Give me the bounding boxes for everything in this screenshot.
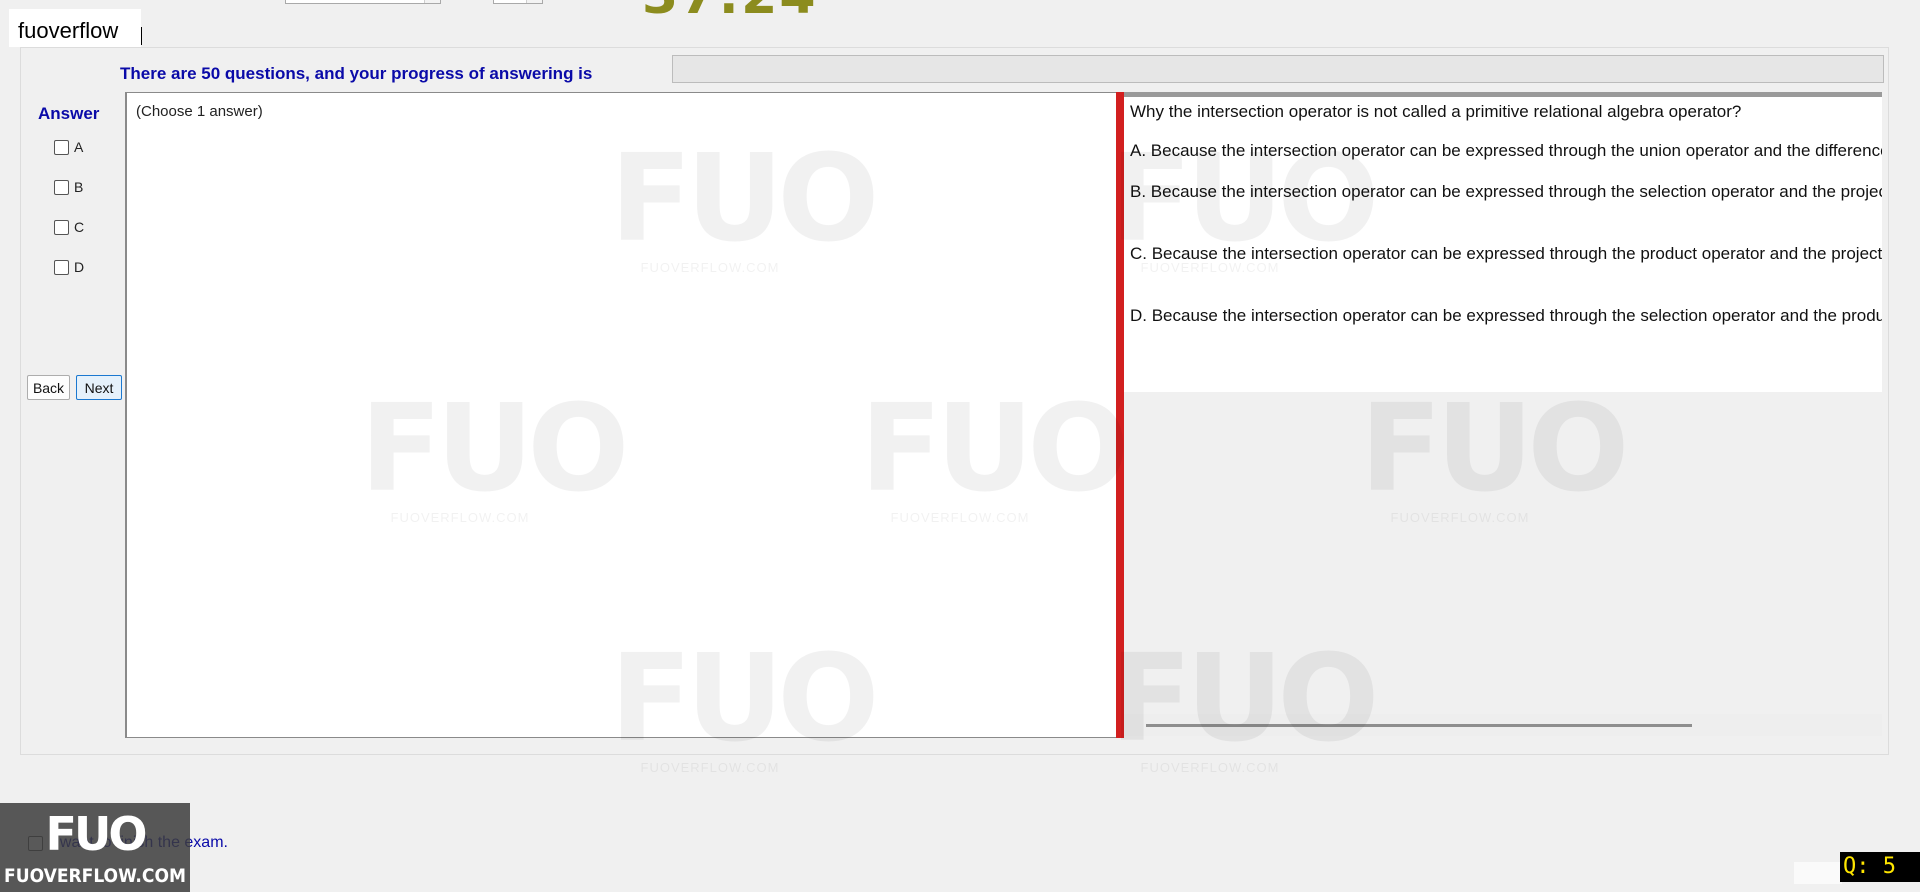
answer-heading: Answer (38, 104, 100, 123)
pane-splitter[interactable] (1116, 92, 1124, 738)
answer-option-label: C (74, 219, 85, 235)
logo-text: FUOVERFLOW.COM (4, 865, 186, 887)
choose-instruction: (Choose 1 answer) (136, 103, 263, 120)
brand-textbox[interactable]: fuoverflow (9, 9, 141, 47)
answer-option-b[interactable]: B (54, 178, 83, 196)
progress-bar (672, 55, 1884, 83)
logo-mark: FUO (45, 807, 148, 861)
question-answer-d: D. Because the intersection operator can… (1130, 306, 1882, 325)
exam-code-combo[interactable] (285, 0, 441, 4)
question-answer-b: B. Because the intersection operator can… (1130, 182, 1882, 201)
question-content: Why the intersection operator is not cal… (1124, 97, 1882, 392)
answer-option-c[interactable]: C (54, 218, 84, 236)
progress-label: There are 50 questions, and your progres… (120, 64, 593, 83)
back-button[interactable]: Back (27, 375, 70, 400)
checkbox-d[interactable] (54, 259, 69, 275)
chevron-down-icon[interactable] (424, 0, 440, 3)
question-counter: Q: 5 (1840, 852, 1920, 882)
answer-pane: (Choose 1 answer) (125, 92, 1118, 738)
answer-option-label: D (74, 259, 85, 275)
answer-option-a[interactable]: A (54, 138, 83, 156)
checkbox-a[interactable] (54, 139, 69, 155)
question-text: Why the intersection operator is not cal… (1130, 102, 1742, 121)
counter-background (1794, 862, 1842, 884)
next-button[interactable]: Next (76, 375, 122, 400)
answer-option-d[interactable]: D (54, 258, 84, 276)
scrollbar-thumb[interactable] (1146, 724, 1692, 727)
question-pane: Why the intersection operator is not cal… (1124, 92, 1882, 738)
fuoverflow-logo: FUO FUOVERFLOW.COM (0, 803, 190, 892)
checkbox-b[interactable] (54, 179, 69, 195)
font-size-combo[interactable] (493, 0, 543, 4)
question-answer-c: C. Because the intersection operator can… (1130, 244, 1882, 263)
checkbox-c[interactable] (54, 219, 69, 235)
answer-option-label: A (74, 139, 84, 155)
text-caret (141, 27, 142, 45)
brand-title: fuoverflow (18, 18, 119, 43)
question-answer-a: A. Because the intersection operator can… (1130, 141, 1882, 160)
chevron-down-icon[interactable] (526, 0, 542, 3)
answer-option-label: B (74, 179, 84, 195)
exam-timer: 37:24 (642, 0, 818, 22)
